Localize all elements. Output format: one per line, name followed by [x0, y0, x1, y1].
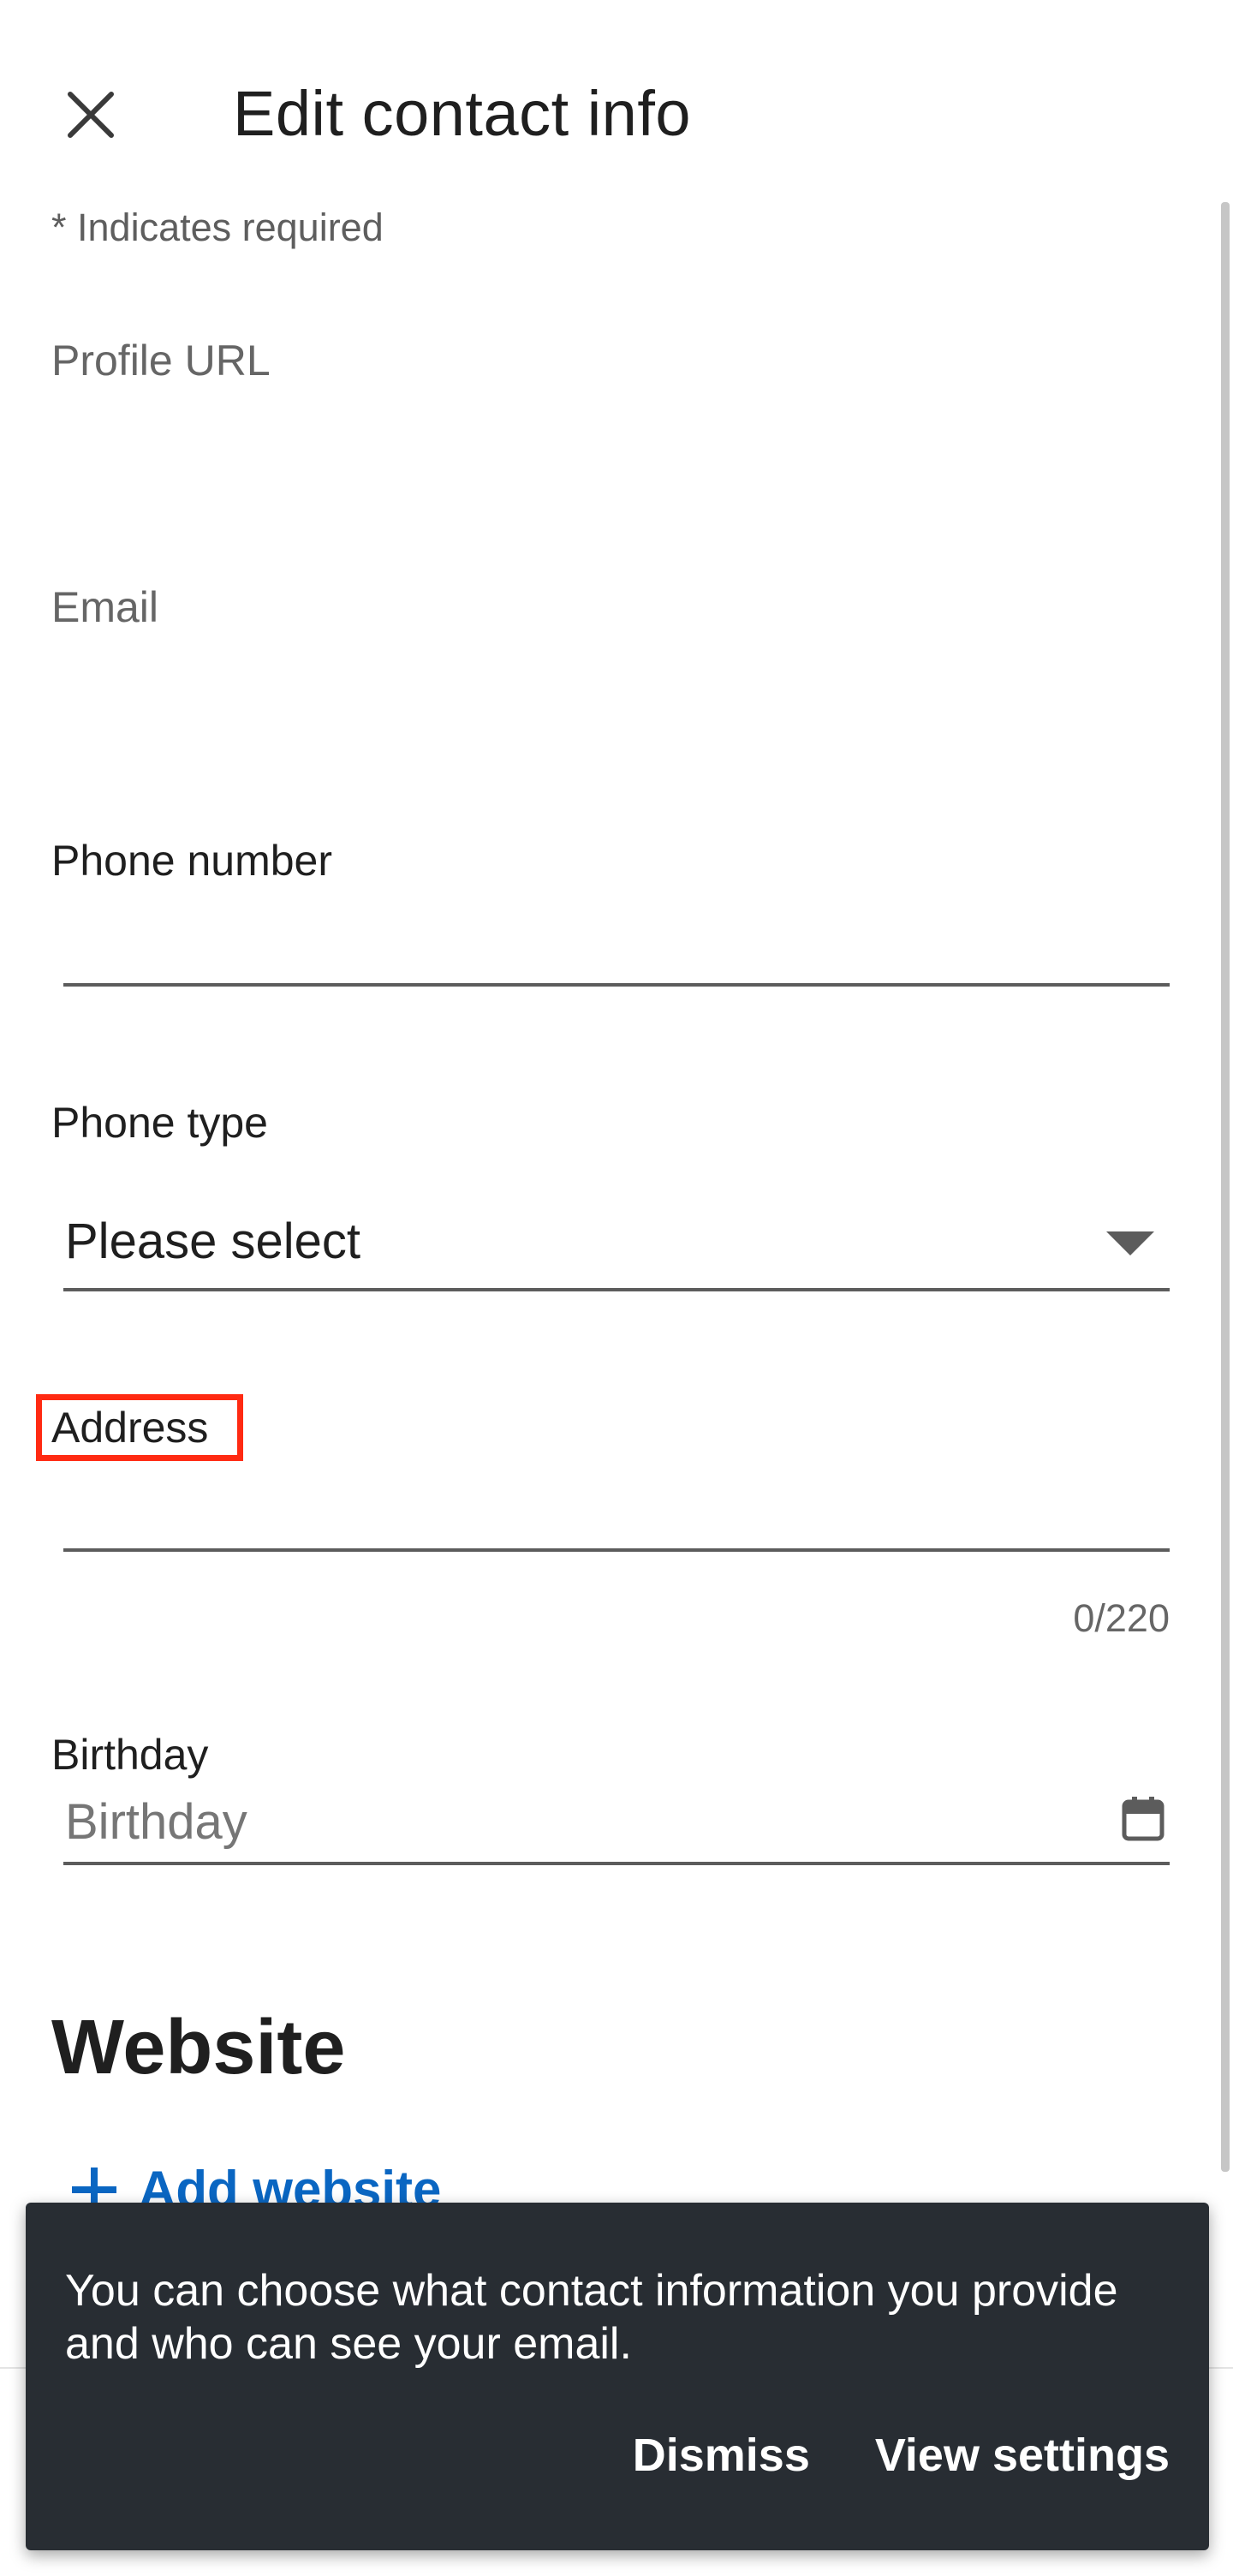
phone-type-underline	[63, 1288, 1170, 1291]
snackbar-message: You can choose what contact information …	[65, 2266, 1118, 2369]
email-label: Email	[51, 583, 159, 631]
website-section-title: Website	[51, 2005, 346, 2090]
calendar-icon[interactable]	[1122, 1797, 1164, 1841]
phone-type-value: Please select	[65, 1213, 360, 1269]
required-note: * Indicates required	[51, 206, 384, 249]
view-settings-button[interactable]: View settings	[875, 2429, 1170, 2482]
phone-type-label: Phone type	[51, 1099, 268, 1147]
phone-number-label: Phone number	[51, 837, 333, 885]
address-char-count: 0/220	[1073, 1596, 1170, 1640]
birthday-underline	[63, 1862, 1170, 1865]
scrollbar[interactable]	[1221, 202, 1230, 2172]
birthday-label: Birthday	[51, 1731, 209, 1779]
close-icon	[68, 92, 114, 138]
birthday-input[interactable]: Birthday	[65, 1793, 247, 1851]
address-underline	[63, 1548, 1170, 1552]
dismiss-button[interactable]: Dismiss	[633, 2429, 810, 2482]
address-label-highlight	[36, 1394, 243, 1461]
page-title: Edit contact info	[233, 78, 692, 149]
edit-contact-screen: Edit contact info * Indicates required P…	[0, 0, 1233, 2576]
header-bar: Edit contact info	[0, 0, 1233, 197]
close-button[interactable]	[50, 74, 132, 156]
profile-url-label: Profile URL	[51, 337, 271, 385]
phone-number-underline	[63, 983, 1170, 987]
snackbar-actions: Dismiss View settings	[633, 2429, 1170, 2482]
info-snackbar: You can choose what contact information …	[26, 2203, 1209, 2550]
phone-number-input[interactable]	[63, 899, 1170, 985]
address-input[interactable]	[63, 1463, 1170, 1548]
dropdown-arrow-icon	[1106, 1231, 1154, 1255]
